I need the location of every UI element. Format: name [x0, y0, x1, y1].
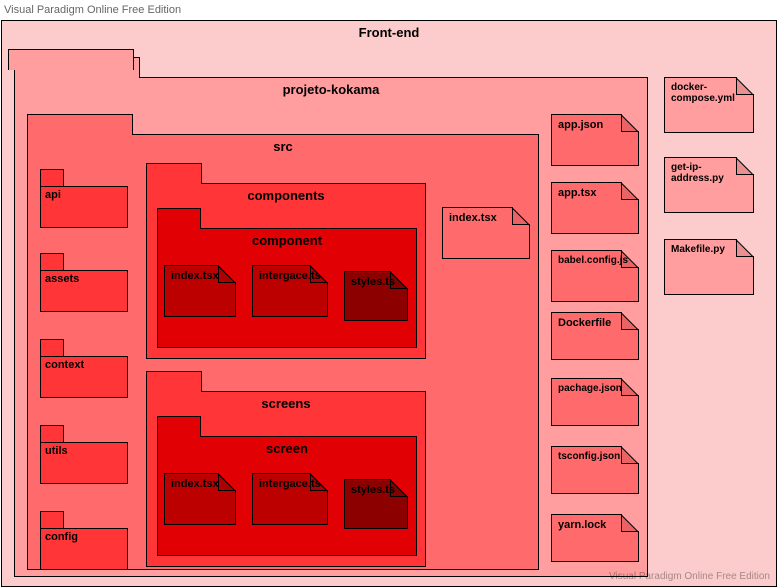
file-get-ip: get-ip-address.py [664, 157, 754, 213]
file-pachage: pachage.json [551, 378, 639, 426]
pkg-screen: screen index.tsx intergace.ts styles.ts [157, 436, 417, 556]
context-label: context [41, 357, 127, 373]
fold-icon [310, 265, 328, 283]
screen-title: screen [158, 437, 416, 460]
pkg-config: config [40, 511, 128, 570]
file-component-index: index.tsx [164, 265, 236, 317]
pkg-api: api [40, 169, 128, 228]
fold-icon [736, 77, 754, 95]
front-end-title: Front-end [2, 21, 776, 44]
components-title: components [147, 184, 425, 207]
fold-icon [512, 207, 530, 225]
pkg-components: components component index.tsx intergace… [146, 183, 426, 359]
utils-label: utils [41, 443, 127, 459]
file-screen-intergace: intergace.ts [252, 473, 328, 525]
config-label: config [41, 529, 127, 545]
screens-title: screens [147, 392, 425, 415]
fold-icon [621, 446, 639, 464]
component-title: component [158, 229, 416, 252]
fold-icon [390, 271, 408, 289]
file-app-tsx: app.tsx [551, 182, 639, 234]
src-title: src [28, 135, 538, 158]
watermark: Visual Paradigm Online Free Edition [609, 571, 770, 582]
fold-icon [736, 239, 754, 257]
pkg-context: context [40, 339, 128, 398]
fold-icon [621, 312, 639, 330]
pkg-assets: assets [40, 253, 128, 312]
file-app-json: app.json [551, 114, 639, 166]
file-babel: babel.config.js [551, 250, 639, 302]
fold-icon [390, 479, 408, 497]
fold-icon [218, 473, 236, 491]
api-label: api [41, 187, 127, 203]
pkg-utils: utils [40, 425, 128, 484]
pkg-component: component index.tsx intergace.ts styles.… [157, 228, 417, 348]
fold-icon [621, 182, 639, 200]
fold-icon [621, 378, 639, 396]
file-component-intergace: intergace.ts [252, 265, 328, 317]
file-screen-styles: styles.ts [344, 479, 408, 529]
file-tsconfig: tsconfig.json [551, 446, 639, 494]
fold-icon [218, 265, 236, 283]
fold-icon [621, 250, 639, 268]
file-screen-index: index.tsx [164, 473, 236, 525]
fold-icon [621, 514, 639, 532]
file-yarn: yarn.lock [551, 514, 639, 562]
file-src-index: index.tsx [442, 207, 530, 259]
file-makefile: Makefile.py [664, 239, 754, 295]
file-component-styles: styles.ts [344, 271, 408, 321]
file-docker-compose: docker-compose.yml [664, 77, 754, 133]
pkg-src: src api assets context utils config [27, 134, 539, 570]
assets-label: assets [41, 271, 127, 287]
canvas: Front-end projeto-kokama src api assets … [1, 20, 777, 587]
front-end-tab [8, 49, 134, 70]
fold-icon [621, 114, 639, 132]
file-dockerfile: Dockerfile [551, 312, 639, 360]
pkg-projeto-kokama: projeto-kokama src api assets context ut… [14, 77, 648, 577]
fold-icon [310, 473, 328, 491]
fold-icon [736, 157, 754, 175]
app-header: Visual Paradigm Online Free Edition [0, 0, 778, 20]
projeto-title: projeto-kokama [15, 78, 647, 101]
pkg-screens: screens screen index.tsx intergace.ts st… [146, 391, 426, 567]
